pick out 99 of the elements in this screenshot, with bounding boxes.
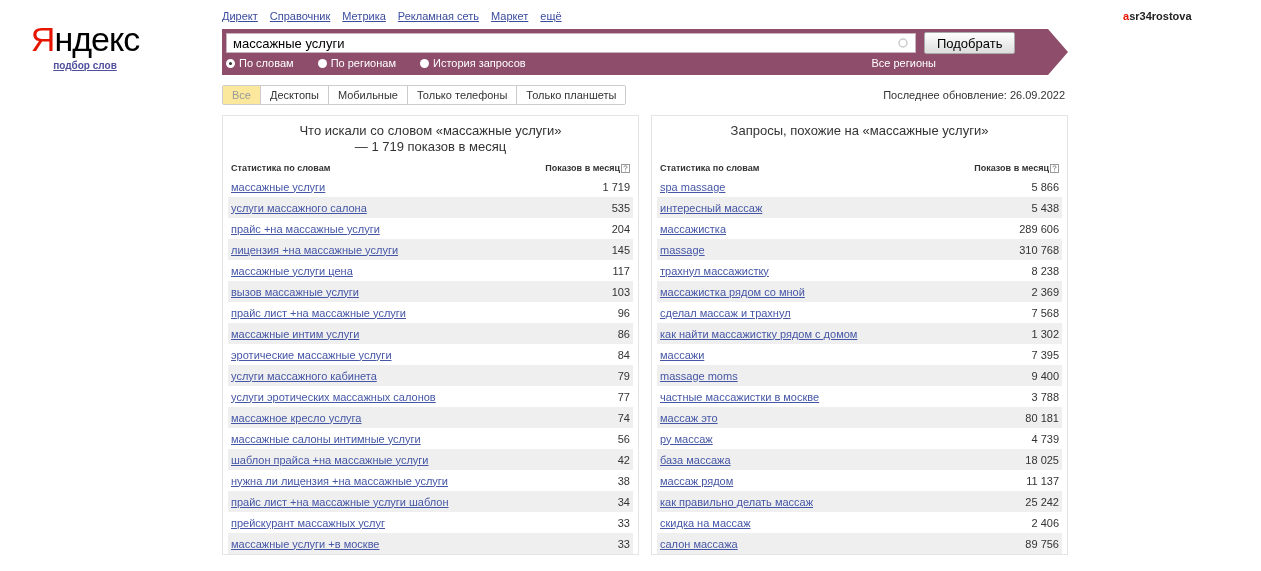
- impressions-count: 42: [617, 453, 630, 466]
- impressions-count: 2 369: [1031, 285, 1059, 298]
- keyword-link[interactable]: массажные интим услуги: [231, 327, 360, 340]
- help-icon[interactable]: [1050, 163, 1059, 173]
- impressions-count: 103: [611, 285, 630, 298]
- impressions-count: 3 788: [1031, 390, 1059, 403]
- keyword-link[interactable]: сделал массаж и трахнул: [660, 306, 791, 319]
- impressions-count: 80 181: [1025, 411, 1059, 424]
- keyword-link[interactable]: массажные услуги цена: [231, 264, 353, 277]
- keyword-link[interactable]: услуги эротических массажных салонов: [231, 390, 436, 403]
- keyword-link[interactable]: вызов массажные услуги: [231, 285, 359, 298]
- keyword-link[interactable]: ру массаж: [660, 432, 713, 445]
- keyword-link[interactable]: как правильно делать массаж: [660, 495, 814, 508]
- impressions-count: 1 302: [1031, 327, 1059, 340]
- panel-title: Запросы, похожие на «массажные услуги»: [729, 122, 990, 140]
- impressions-count: 7 395: [1031, 348, 1059, 361]
- mode-radio-option[interactable]: История запросов: [420, 57, 526, 69]
- nav-link[interactable]: ещё: [540, 10, 562, 28]
- nav-link[interactable]: Справочник: [269, 10, 331, 28]
- keyword-link[interactable]: эротические массажные услуги: [231, 348, 392, 361]
- keyword-link[interactable]: массажное кресло услуга: [231, 411, 362, 424]
- keyword-link[interactable]: массажные салоны интимные услуги: [231, 432, 421, 445]
- impressions-count: 5 438: [1031, 201, 1059, 214]
- keyword-link[interactable]: массаж это: [660, 411, 718, 424]
- keyword-link[interactable]: массажистка: [660, 222, 726, 235]
- subtitle-link[interactable]: подбор слов: [53, 60, 117, 71]
- keyword-link[interactable]: услуги массажного кабинета: [231, 369, 377, 382]
- impressions-count: 18 025: [1025, 453, 1059, 466]
- keyword-link[interactable]: massage: [660, 243, 705, 256]
- column-header: Показов в месяц: [974, 163, 1049, 173]
- search-button[interactable]: Подобрать: [924, 32, 1016, 54]
- keyword-link[interactable]: услуги массажного салона: [231, 201, 367, 214]
- mode-radio-option[interactable]: По регионам: [317, 57, 396, 69]
- impressions-count: 96: [617, 306, 630, 319]
- help-icon[interactable]: [621, 163, 630, 173]
- impressions-count: 89 756: [1025, 537, 1059, 550]
- impressions-count: 289 606: [1019, 222, 1059, 235]
- keyword-link[interactable]: частные массажистки в москве: [660, 390, 820, 403]
- panel-title: Что искали со словом «массажные услуги» — 1 719 показов в месяц: [298, 122, 563, 156]
- keyword-link[interactable]: база массажа: [660, 453, 731, 466]
- keyword-link[interactable]: прайс лист +на массажные услуги: [231, 306, 406, 319]
- logo[interactable]: Яндекс: [30, 22, 140, 56]
- impressions-count: 79: [617, 369, 630, 382]
- impressions-count: 34: [617, 495, 630, 508]
- nav-link[interactable]: Директ: [222, 10, 258, 28]
- keyword-link[interactable]: массажные услуги +в москве: [231, 537, 380, 550]
- last-update-text: Последнее обновление: 26.09.2022: [883, 89, 1065, 101]
- impressions-count: 535: [611, 201, 630, 214]
- region-link[interactable]: Все регионы: [871, 57, 936, 69]
- impressions-count: 84: [617, 348, 630, 361]
- keyword-link[interactable]: трахнул массажистку: [660, 264, 769, 277]
- search-field[interactable]: массажные услуги: [226, 33, 916, 53]
- impressions-count: 204: [611, 222, 630, 235]
- radio-icon[interactable]: [420, 58, 429, 68]
- impressions-count: 74: [617, 411, 630, 424]
- impressions-count: 5 866: [1031, 180, 1059, 193]
- keyword-link[interactable]: нужна ли лицензия +на массажные услуги: [231, 474, 448, 487]
- keyword-link[interactable]: массаж рядом: [660, 474, 734, 487]
- impressions-count: 9 400: [1031, 369, 1059, 382]
- keyword-link[interactable]: салон массажа: [660, 537, 738, 550]
- column-header: Статистика по словам: [231, 163, 331, 173]
- impressions-count: 77: [617, 390, 630, 403]
- radio-icon[interactable]: [226, 58, 235, 68]
- impressions-count: 4 739: [1031, 432, 1059, 445]
- keyword-link[interactable]: massage moms: [660, 369, 738, 382]
- impressions-count: 11 137: [1026, 474, 1059, 487]
- impressions-count: 86: [617, 327, 630, 340]
- keyword-link[interactable]: прейскурант массажных услуг: [231, 516, 386, 529]
- impressions-count: 33: [617, 537, 630, 550]
- column-header: Статистика по словам: [660, 163, 760, 173]
- username[interactable]: asr34rostova: [1068, 0, 1261, 22]
- impressions-count: 56: [617, 432, 630, 445]
- radio-icon[interactable]: [317, 58, 327, 68]
- impressions-count: 310 768: [1019, 243, 1059, 256]
- keyword-link[interactable]: интересный массаж: [660, 201, 763, 214]
- keyword-link[interactable]: массажные услуги: [231, 180, 326, 193]
- column-header: Показов в месяц: [545, 163, 620, 173]
- impressions-count: 7 568: [1031, 306, 1059, 319]
- keyword-link[interactable]: скидка на массаж: [660, 516, 751, 529]
- nav-link[interactable]: Рекламная сеть: [397, 10, 480, 28]
- keyword-link[interactable]: spa massage: [660, 180, 726, 193]
- impressions-count: 117: [612, 264, 630, 277]
- impressions-count: 145: [611, 243, 630, 256]
- nav-link[interactable]: Маркет: [491, 10, 529, 28]
- keyword-link[interactable]: шаблон прайса +на массажные услуги: [231, 453, 429, 466]
- keyword-link[interactable]: прайс лист +на массажные услуги шаблон: [231, 495, 449, 508]
- mode-radio-option[interactable]: По словам: [226, 57, 294, 69]
- keyword-link[interactable]: лицензия +на массажные услуги: [231, 243, 399, 256]
- impressions-count: 33: [617, 516, 630, 529]
- keyword-link[interactable]: прайс +на массажные услуги: [231, 222, 380, 235]
- impressions-count: 1 719: [602, 180, 630, 193]
- impressions-count: 2 406: [1031, 516, 1059, 529]
- keyword-link[interactable]: массажи: [660, 348, 705, 361]
- impressions-count: 25 242: [1025, 495, 1059, 508]
- nav-link[interactable]: Метрика: [342, 10, 386, 28]
- keyword-link[interactable]: как найти массажистку рядом с домом: [660, 327, 858, 340]
- impressions-count: 8 238: [1031, 264, 1059, 277]
- impressions-count: 38: [617, 474, 630, 487]
- keyword-link[interactable]: массажистка рядом со мной: [660, 285, 805, 298]
